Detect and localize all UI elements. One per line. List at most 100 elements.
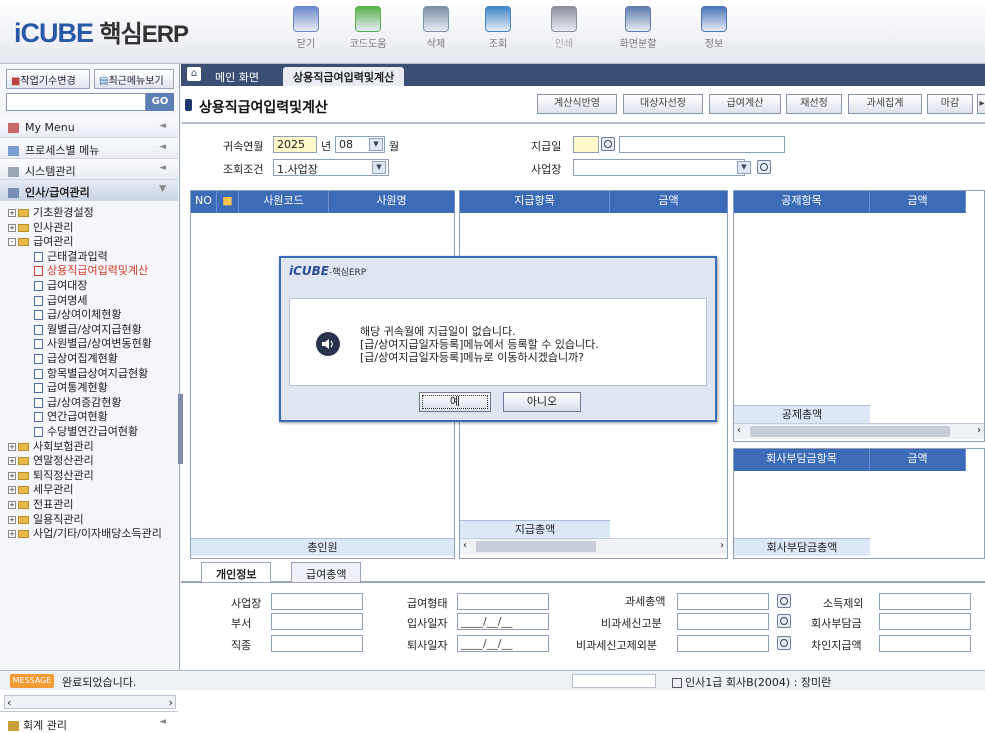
tab-personal-info[interactable]: 개인정보 — [201, 562, 272, 582]
expand-icon[interactable]: + — [8, 442, 16, 451]
toolbar-split-screen-button[interactable]: 화면분할 — [610, 6, 666, 50]
more-actions-icon[interactable]: ▸ — [977, 94, 985, 114]
tree-folder[interactable]: + 전표관리 — [8, 498, 73, 511]
nontax-report-field[interactable] — [677, 613, 769, 630]
sidebar-hscroll[interactable]: ‹ › — [4, 695, 176, 709]
net-pay-field[interactable] — [879, 635, 971, 652]
collapse-icon[interactable]: - — [8, 238, 16, 247]
payday-search-icon[interactable] — [601, 137, 615, 151]
tab-payroll-calc[interactable]: 상용직급여입력및계산 — [283, 67, 405, 86]
tree-item[interactable]: 급여대장 — [34, 279, 87, 292]
action-button-5[interactable]: 마감 — [927, 94, 973, 114]
payment-hscroll[interactable]: ‹ › — [460, 538, 727, 554]
menu-my[interactable]: My Menu ◄ — [0, 117, 178, 138]
expand-icon[interactable]: + — [8, 471, 16, 480]
payday-name-field[interactable] — [619, 136, 785, 153]
expand-icon[interactable]: + — [8, 209, 16, 217]
site-select[interactable] — [573, 159, 745, 176]
retire-date-field[interactable]: ____/__/__ — [457, 635, 549, 652]
action-button-2[interactable]: 급여계산 — [709, 94, 781, 114]
nontax-exclude-search-icon[interactable] — [777, 636, 791, 650]
tab-main[interactable]: 메인 화면 — [205, 67, 269, 86]
query-dropdown-icon[interactable]: ▼ — [372, 161, 386, 174]
tree-item[interactable]: 연간급여현황 — [34, 410, 108, 423]
site-dropdown-icon[interactable]: ▼ — [737, 161, 751, 174]
site-field[interactable] — [271, 593, 363, 610]
scroll-left-icon[interactable]: ‹ — [463, 540, 467, 551]
deduction-hscroll[interactable]: ‹ › — [734, 423, 984, 439]
action-button-4[interactable]: 과세집계 — [848, 94, 922, 114]
tree-item[interactable]: 상용직급여입력및계산 — [34, 264, 148, 277]
nontax-exclude-field[interactable] — [677, 635, 769, 652]
tree-item[interactable]: 급여통계현황 — [34, 381, 108, 394]
no-button[interactable]: 아니오 — [503, 392, 581, 412]
splitter-handle[interactable] — [178, 394, 183, 464]
toolbar-trash-button[interactable]: 삭제 — [408, 6, 464, 50]
year-input[interactable]: 2025 — [273, 136, 317, 153]
toolbar-code-help-button[interactable]: 코드도움 — [340, 6, 396, 50]
scroll-left-icon[interactable]: ‹ — [7, 696, 11, 709]
tab-pay-total[interactable]: 급여총액 — [291, 562, 362, 582]
month-dropdown-icon[interactable]: ▼ — [369, 138, 383, 151]
action-button-0[interactable]: 계산식반영 — [537, 94, 617, 114]
pay-type-field[interactable] — [457, 593, 549, 610]
menu-accounting[interactable]: 회계 관리 ◄ — [0, 711, 178, 733]
scroll-right-icon[interactable]: › — [169, 696, 173, 709]
expand-icon[interactable]: + — [8, 515, 16, 524]
toolbar-search-button[interactable]: 조회 — [470, 6, 526, 50]
action-button-3[interactable]: 재선정 — [786, 94, 842, 114]
tree-item[interactable]: 급/상여증감현황 — [34, 396, 122, 409]
menu-search-input[interactable] — [6, 93, 146, 111]
deduction-grid[interactable]: 공제항목 금액 공제총액 ‹ › — [733, 190, 985, 442]
taxable-total-field[interactable] — [677, 593, 769, 610]
scroll-right-icon[interactable]: › — [720, 540, 724, 551]
tree-folder[interactable]: + 퇴직정산관리 — [8, 469, 94, 482]
action-button-1[interactable]: 대상자선정 — [623, 94, 703, 114]
taxable-search-icon[interactable] — [777, 594, 791, 608]
expand-icon[interactable]: + — [8, 530, 16, 539]
payday-input[interactable] — [573, 136, 599, 153]
income-exclude-field[interactable] — [879, 593, 971, 610]
tree-folder[interactable]: + 인사관리 — [8, 221, 73, 234]
menu-process[interactable]: 프로세스별 메뉴 ◄ — [0, 138, 178, 159]
scroll-thumb[interactable] — [750, 426, 950, 437]
tree-folder[interactable]: + 일용직관리 — [8, 513, 84, 526]
tree-folder[interactable]: + 기초환경설정 — [8, 206, 94, 219]
scroll-left-icon[interactable]: ‹ — [737, 425, 741, 436]
tree-item[interactable]: 월별급/상여지급현황 — [34, 323, 142, 336]
tree-item[interactable]: 급여명세 — [34, 294, 87, 307]
site-search-icon[interactable] — [757, 160, 771, 174]
company-burden-grid[interactable]: 회사부담금항목 금액 회사부담금총액 — [733, 448, 985, 559]
expand-icon[interactable]: + — [8, 457, 16, 466]
menu-system[interactable]: 시스템관리 ◄ — [0, 159, 178, 180]
home-icon[interactable]: ⌂ — [187, 67, 201, 81]
tree-folder[interactable]: + 사업/기타/이자배당소득관리 — [8, 527, 162, 540]
change-period-button[interactable]: ■작업기수변경 — [6, 69, 90, 89]
tree-item[interactable]: 수당별연간급여현황 — [34, 425, 138, 438]
expand-icon[interactable]: + — [8, 486, 16, 495]
tree-folder[interactable]: + 세무관리 — [8, 483, 73, 496]
expand-icon[interactable]: + — [8, 223, 16, 232]
tree-item[interactable]: 항목별급상여지급현황 — [34, 367, 148, 380]
go-button[interactable]: GO — [146, 93, 174, 111]
yes-button[interactable]: 예 — [419, 392, 491, 412]
scroll-right-icon[interactable]: › — [977, 425, 981, 436]
tree-item[interactable]: 급상여집계현황 — [34, 352, 118, 365]
toolbar-close-button[interactable]: 닫기 — [278, 6, 334, 50]
dept-field[interactable] — [271, 613, 363, 630]
tree-folder[interactable]: - 급여관리 — [8, 235, 73, 248]
tree-item[interactable]: 근태결과입력 — [34, 250, 108, 263]
tree-item[interactable]: 급/상여이체현황 — [34, 308, 122, 321]
hire-date-field[interactable]: ____/__/__ — [457, 613, 549, 630]
recent-menu-button[interactable]: ▤최근메뉴보기 — [94, 69, 174, 89]
tree-folder[interactable]: + 사회보험관리 — [8, 440, 94, 453]
menu-hr-payroll[interactable]: 인사/급여관리 ▼ — [0, 180, 178, 201]
scroll-thumb[interactable] — [476, 541, 596, 552]
expand-icon[interactable]: + — [8, 501, 16, 509]
tree-item[interactable]: 사원별급/상여변동현황 — [34, 337, 152, 350]
toolbar-info-button[interactable]: 정보 — [686, 6, 742, 50]
tree-folder[interactable]: + 연말정산관리 — [8, 454, 94, 467]
company-burden-field[interactable] — [879, 613, 971, 630]
nontax-report-search-icon[interactable] — [777, 614, 791, 628]
col-check[interactable]: ■ — [217, 191, 239, 213]
